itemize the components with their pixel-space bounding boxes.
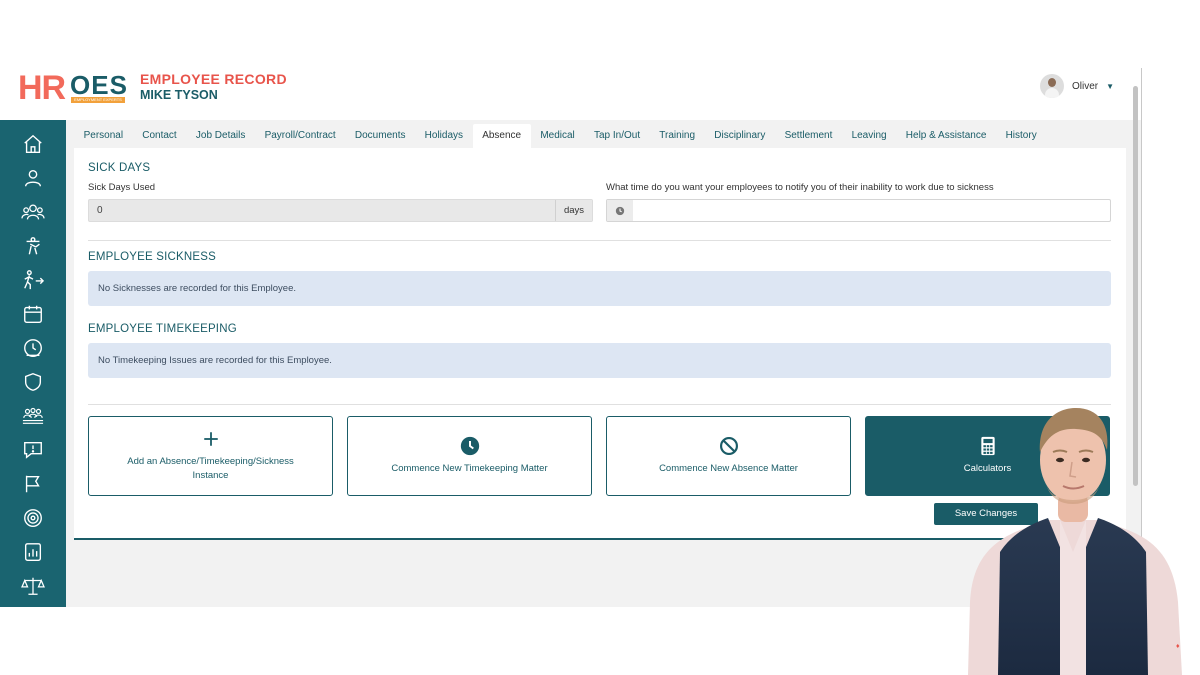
commence-timekeeping-matter-label: Commence New Timekeeping Matter — [391, 463, 548, 474]
report-chart-icon[interactable] — [21, 540, 45, 564]
commence-absence-matter-label: Commence New Absence Matter — [659, 463, 798, 474]
user-icon[interactable] — [21, 166, 45, 190]
tab-history[interactable]: History — [996, 124, 1046, 148]
divider — [88, 240, 1111, 241]
tab-disciplinary[interactable]: Disciplinary — [705, 124, 775, 148]
home-icon[interactable] — [21, 132, 45, 156]
tab-payroll-contract[interactable]: Payroll/Contract — [255, 124, 345, 148]
add-absence-instance-button[interactable]: Add an Absence/Timekeeping/Sickness Inst… — [88, 416, 333, 496]
tab-leaving[interactable]: Leaving — [842, 124, 896, 148]
user-menu[interactable]: Oliver ▼ — [1040, 74, 1114, 98]
tab-personal[interactable]: Personal — [74, 124, 133, 148]
timekeeping-empty-message: No Timekeeping Issues are recorded for t… — [88, 343, 1111, 378]
sick-days-used-label: Sick Days Used — [88, 182, 156, 193]
worker-icon[interactable] — [21, 234, 45, 258]
sidebar — [0, 120, 66, 607]
caret-down-icon[interactable]: ▼ — [1106, 82, 1114, 91]
avatar[interactable] — [1040, 74, 1064, 98]
prohibited-icon — [719, 436, 739, 456]
top-bar: HR OES EMPLOYMENT EXPERTS EMPLOYEE RECOR… — [0, 68, 1141, 120]
tab-settlement[interactable]: Settlement — [775, 124, 842, 148]
hroes-logo[interactable]: HR OES EMPLOYMENT EXPERTS — [18, 70, 128, 106]
employee-sickness-heading: EMPLOYEE SICKNESS — [88, 251, 217, 263]
alert-message-icon[interactable] — [21, 438, 45, 462]
tab-holidays[interactable]: Holidays — [415, 124, 473, 148]
target-icon[interactable] — [21, 506, 45, 530]
users-group-icon[interactable] — [21, 200, 45, 224]
tab-bar: Personal Contact Job Details Payroll/Con… — [74, 124, 1126, 148]
tab-help-assistance[interactable]: Help & Assistance — [896, 124, 996, 148]
days-unit-label: days — [555, 200, 592, 221]
commence-timekeeping-matter-button[interactable]: Commence New Timekeeping Matter — [347, 416, 592, 496]
shield-icon[interactable] — [21, 370, 45, 394]
employee-timekeeping-heading: EMPLOYEE TIMEKEEPING — [88, 323, 237, 335]
decorative-mark: ♦ — [1176, 643, 1180, 650]
logo-tagline: EMPLOYMENT EXPERTS — [71, 97, 125, 103]
tab-training[interactable]: Training — [650, 124, 705, 148]
sickness-empty-message: No Sicknesses are recorded for this Empl… — [88, 271, 1111, 306]
calendar-icon[interactable] — [21, 302, 45, 326]
divider — [88, 404, 1111, 405]
add-absence-instance-label: Add an Absence/Timekeeping/Sickness Inst… — [127, 456, 294, 481]
employee-name: MIKE TYSON — [140, 88, 218, 102]
flag-icon[interactable] — [21, 472, 45, 496]
tab-tap-in-out[interactable]: Tap In/Out — [584, 124, 649, 148]
leaving-person-icon[interactable] — [21, 268, 45, 292]
logo-oes-text: OES — [70, 70, 128, 100]
plus-icon — [202, 429, 220, 449]
commence-absence-matter-button[interactable]: Commence New Absence Matter — [606, 416, 851, 496]
logo-hr-text: HR — [18, 69, 66, 107]
user-name: Oliver — [1072, 80, 1099, 92]
clock-icon[interactable] — [607, 200, 633, 221]
team-icon[interactable] — [21, 404, 45, 428]
scales-icon[interactable] — [21, 574, 45, 598]
tab-job-details[interactable]: Job Details — [186, 124, 255, 148]
tab-absence[interactable]: Absence — [472, 124, 531, 148]
tab-medical[interactable]: Medical — [531, 124, 585, 148]
notify-time-label: What time do you want your employees to … — [606, 182, 994, 193]
tab-documents[interactable]: Documents — [345, 124, 415, 148]
page-title: EMPLOYEE RECORD — [140, 71, 287, 87]
sick-days-heading: SICK DAYS — [88, 162, 151, 174]
clock-icon[interactable] — [21, 336, 45, 360]
sick-days-used-value: 0 — [97, 205, 103, 216]
clock-icon — [460, 436, 480, 456]
tab-contact[interactable]: Contact — [133, 124, 187, 148]
presenter-video-overlay — [968, 408, 1182, 675]
sick-days-used-field[interactable]: 0 days — [88, 199, 593, 222]
notify-time-input[interactable] — [606, 199, 1111, 222]
